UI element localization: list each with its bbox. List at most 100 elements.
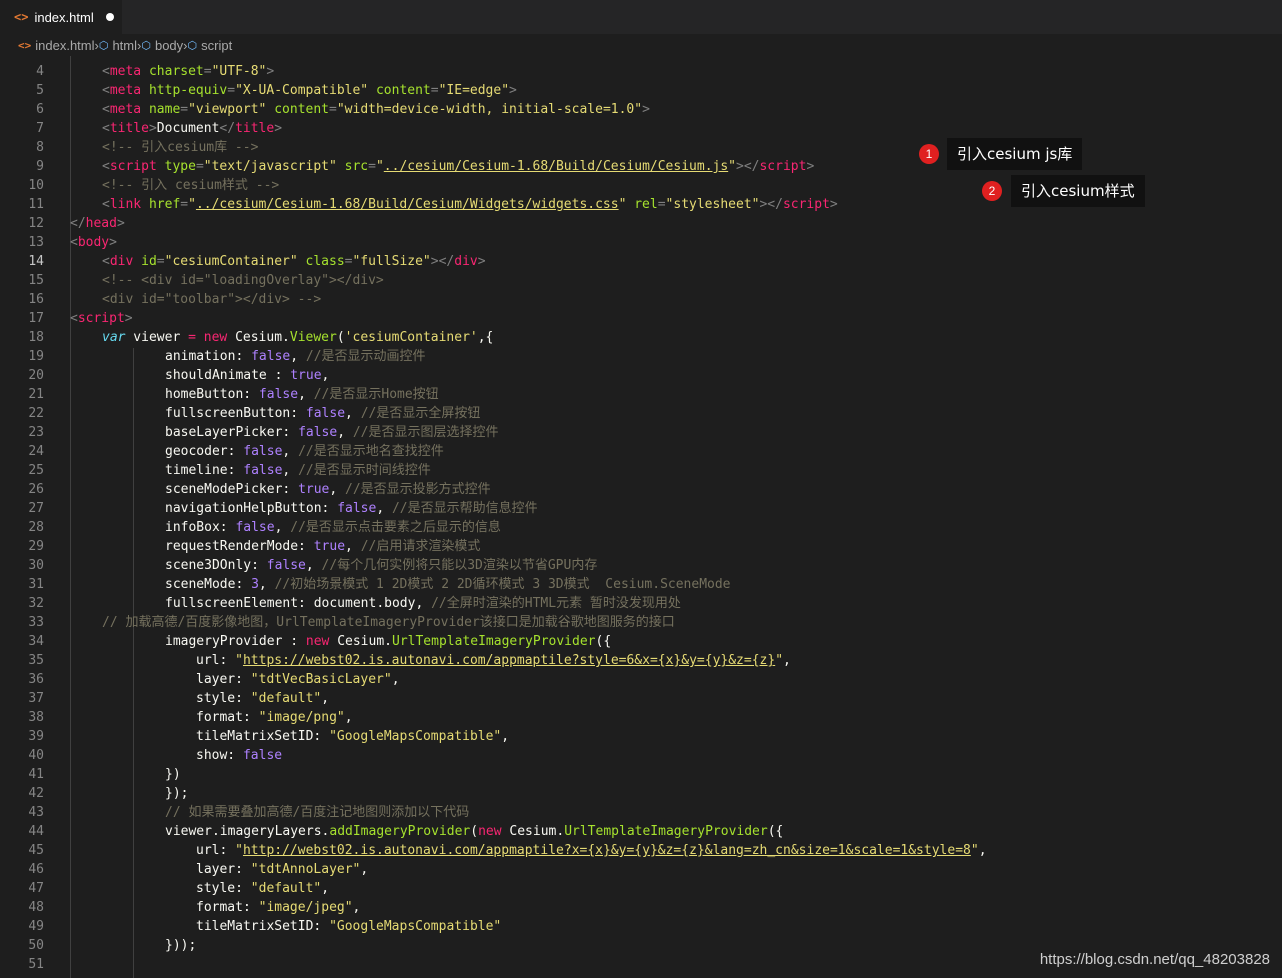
code-line[interactable]: 21 homeButton: false, //是否显示Home按钮 xyxy=(0,385,1282,404)
code-token: false xyxy=(235,520,275,535)
code-token: "width=device-width, initial-scale=1.0" xyxy=(336,102,643,117)
code-text: <title>Document</title> xyxy=(102,119,282,138)
code-token[interactable]: http://webst02.is.autonavi.com/appmaptil… xyxy=(243,843,971,858)
code-line[interactable]: 46 layer: "tdtAnnoLayer", xyxy=(0,860,1282,879)
code-token: , xyxy=(305,558,322,573)
breadcrumb-script[interactable]: ⬡ script xyxy=(188,38,233,53)
code-text: <script type="text/javascript" src="../c… xyxy=(102,157,814,176)
line-number: 7 xyxy=(36,121,44,136)
symbol-cube-icon: ⬡ xyxy=(187,39,198,52)
code-token: charset xyxy=(148,64,204,79)
code-line[interactable]: 24 geocoder: false, //是否显示地名查找控件 xyxy=(0,442,1282,461)
code-line[interactable]: 34 imageryProvider : new Cesium.UrlTempla… xyxy=(0,632,1282,651)
code-line[interactable]: 40 show: false xyxy=(0,746,1282,765)
code-line[interactable]: 31 sceneMode: 3, //初始场景模式 1 2D模式 2 2D循环模式… xyxy=(0,575,1282,594)
code-line[interactable]: 9 <script type="text/javascript" src="../… xyxy=(0,157,1282,176)
code-text: scene3DOnly: false, //每个几何实例将只能以3D渲染以节省G… xyxy=(165,556,597,575)
code-line[interactable]: 13 <body> xyxy=(0,233,1282,252)
code-line[interactable]: 12 </head> xyxy=(0,214,1282,233)
code-line[interactable]: 23 baseLayerPicker: false, //是否显示图层选择控件 xyxy=(0,423,1282,442)
code-token: link xyxy=(109,197,142,212)
code-token: url: xyxy=(196,653,236,668)
code-line[interactable]: 29 requestRenderMode: true, //启用请求渲染模式 xyxy=(0,537,1282,556)
code-token[interactable]: https://webst02.is.autonavi.com/appmapti… xyxy=(243,653,775,668)
code-line[interactable]: 28 infoBox: false, //是否显示点击要素之后显示的信息 xyxy=(0,518,1282,537)
code-text: format: "image/jpeg", xyxy=(196,898,360,917)
code-token: viewer xyxy=(125,330,189,345)
code-line[interactable]: 4 <meta charset="UTF-8"> xyxy=(0,62,1282,81)
code-line[interactable]: 8 <!-- 引入cesium库 --> xyxy=(0,138,1282,157)
code-line[interactable]: 18 var viewer = new Cesium.Viewer('cesium… xyxy=(0,328,1282,347)
code-token: var xyxy=(102,330,126,345)
code-line[interactable]: 6 <meta name="viewport" content="width=de… xyxy=(0,100,1282,119)
code-token: > xyxy=(509,83,517,98)
code-token: , xyxy=(352,900,361,915)
symbol-cube-icon: ⬡ xyxy=(141,39,151,52)
code-token: , xyxy=(329,482,346,497)
line-number: 30 xyxy=(28,558,44,573)
code-line[interactable]: 16 <div id="toolbar"></div> --> xyxy=(0,290,1282,309)
code-token: = xyxy=(156,254,165,269)
line-number: 38 xyxy=(28,710,44,725)
code-token: " xyxy=(775,653,784,668)
code-token: head xyxy=(85,216,117,231)
code-token: style: xyxy=(196,881,251,896)
code-line[interactable]: 25 timeline: false, //是否显示时间线控件 xyxy=(0,461,1282,480)
annotation-note-2: 引入cesium样式 xyxy=(1011,175,1145,207)
code-line[interactable]: 48 format: "image/jpeg", xyxy=(0,898,1282,917)
breadcrumb-html[interactable]: ⬡ html xyxy=(99,38,137,53)
code-line[interactable]: 27 navigationHelpButton: false, //是否显示帮助信… xyxy=(0,499,1282,518)
code-token: //每个几何实例将只能以3D渲染以节省GPU内存 xyxy=(321,558,598,573)
code-line[interactable]: 37 style: "default", xyxy=(0,689,1282,708)
line-number: 11 xyxy=(28,197,44,212)
code-line[interactable]: 43 // 如果需要叠加高德/百度注记地图则添加以下代码 xyxy=(0,803,1282,822)
tab-index-html[interactable]: <> index.html xyxy=(0,0,122,34)
code-line[interactable]: 36 layer: "tdtVecBasicLayer", xyxy=(0,670,1282,689)
code-line[interactable]: 20 shouldAnimate : true, xyxy=(0,366,1282,385)
annotation-badge-1: 1 xyxy=(919,144,939,164)
code-line[interactable]: 14 <div id="cesiumContainer" class="fullS… xyxy=(0,252,1282,271)
code-line[interactable]: 45 url: "http://webst02.is.autonavi.com/a… xyxy=(0,841,1282,860)
code-line[interactable]: 41}) xyxy=(0,765,1282,784)
unsaved-dot-icon[interactable] xyxy=(105,13,114,21)
code-text: <meta name="viewport" content="width=dev… xyxy=(102,100,650,119)
code-token: sceneModePicker: xyxy=(165,482,299,497)
code-line[interactable]: 26 sceneModePicker: true, //是否显示投影方式控件 xyxy=(0,480,1282,499)
code-token[interactable]: ../cesium/Cesium-1.68/Build/Cesium/Cesiu… xyxy=(384,159,728,174)
code-line[interactable]: 47 style: "default", xyxy=(0,879,1282,898)
breadcrumb-file[interactable]: <> index.html xyxy=(18,38,95,53)
code-token: "default" xyxy=(250,881,322,896)
code-line[interactable]: 32 fullscreenElement: document.body, //全屏… xyxy=(0,594,1282,613)
code-line[interactable]: 33 // 加载高德/百度影像地图，UrlTemplateImageryProvi… xyxy=(0,613,1282,632)
code-token: script xyxy=(109,159,157,174)
code-text: homeButton: false, //是否显示Home按钮 xyxy=(165,385,439,404)
code-line[interactable]: 30 scene3DOnly: false, //每个几何实例将只能以3D渲染以节… xyxy=(0,556,1282,575)
code-line[interactable]: 38 format: "image/png", xyxy=(0,708,1282,727)
code-line[interactable]: 39 tileMatrixSetID: "GoogleMapsCompatible… xyxy=(0,727,1282,746)
code-token: < xyxy=(102,254,110,269)
code-text: fullscreenButton: false, //是否显示全屏按钮 xyxy=(165,404,480,423)
code-line[interactable]: 42}); xyxy=(0,784,1282,803)
code-token: false xyxy=(242,748,283,763)
code-token: > xyxy=(148,121,157,136)
code-token: Viewer xyxy=(289,330,337,345)
code-line[interactable]: 22 fullscreenButton: false, //是否显示全屏按钮 xyxy=(0,404,1282,423)
code-line[interactable]: 15 <!-- <div id="loadingOverlay"></div> xyxy=(0,271,1282,290)
code-line[interactable]: 7 <title>Document</title> xyxy=(0,119,1282,138)
code-line[interactable]: 19 animation: false, //是否显示动画控件 xyxy=(0,347,1282,366)
code-line[interactable]: 44 viewer.imageryLayers.addImageryProvide… xyxy=(0,822,1282,841)
code-line[interactable]: 5 <meta http-equiv="X-UA-Compatible" cont… xyxy=(0,81,1282,100)
line-number: 25 xyxy=(28,463,44,478)
code-token: ></ xyxy=(759,197,783,212)
html-file-icon: <> xyxy=(14,10,29,24)
breadcrumb-body[interactable]: ⬡ body xyxy=(141,38,183,53)
code-token: "UTF-8" xyxy=(211,64,267,79)
code-line[interactable]: 17 <script> xyxy=(0,309,1282,328)
code-token[interactable]: ../cesium/Cesium-1.68/Build/Cesium/Widge… xyxy=(196,197,619,212)
code-token: "GoogleMapsCompatible" xyxy=(329,919,502,934)
code-line[interactable]: 49 tileMatrixSetID: "GoogleMapsCompatible… xyxy=(0,917,1282,936)
code-token: , xyxy=(345,539,361,554)
code-line[interactable]: 35 url: "https://webst02.is.autonavi.com/… xyxy=(0,651,1282,670)
